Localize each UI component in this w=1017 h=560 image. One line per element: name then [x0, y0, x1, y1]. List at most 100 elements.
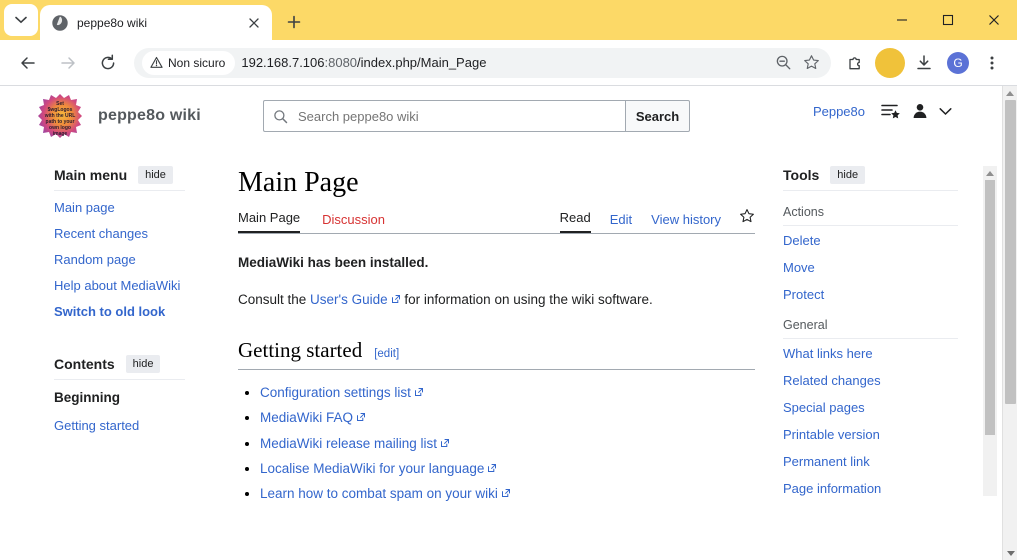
user-menu-chevron[interactable]: [939, 107, 952, 116]
sidebar-link[interactable]: Help about MediaWiki: [54, 278, 180, 293]
sidebar-item-main-page[interactable]: Main page: [54, 199, 207, 217]
tool-link[interactable]: Move: [783, 260, 815, 275]
sidebar-item-help-about-mediawiki[interactable]: Help about MediaWiki: [54, 277, 207, 295]
tab-view-history[interactable]: View history: [651, 212, 721, 233]
view-tabs: Read Edit View history: [541, 208, 755, 233]
watch-page-button[interactable]: [739, 208, 755, 233]
profile-button[interactable]: G: [943, 48, 973, 78]
tab-main-page[interactable]: Main Page: [238, 210, 301, 233]
tool-link[interactable]: What links here: [783, 346, 873, 361]
tab-edit[interactable]: Edit: [610, 212, 632, 233]
extensions-button[interactable]: [841, 48, 871, 78]
browser-tab[interactable]: peppe8o wiki: [40, 5, 272, 40]
sidebar-link[interactable]: Switch to old look: [54, 304, 165, 319]
toc-item-getting-started[interactable]: Getting started: [54, 417, 207, 435]
tool-item-protect[interactable]: Protect: [783, 286, 984, 304]
triangle-up-icon: [986, 170, 994, 176]
new-tab-button[interactable]: [280, 8, 308, 36]
tool-item-printable-version[interactable]: Printable version: [783, 426, 984, 444]
window-minimize-button[interactable]: [879, 0, 925, 40]
window-close-button[interactable]: [971, 0, 1017, 40]
chrome-menu-button[interactable]: [977, 48, 1007, 78]
triangle-down-icon: [1006, 551, 1015, 556]
back-button[interactable]: [13, 48, 43, 78]
main-menu-hide-button[interactable]: hide: [138, 166, 173, 184]
download-icon: [917, 54, 931, 69]
list-item[interactable]: Configuration settings list: [260, 384, 755, 402]
list-item[interactable]: Localise MediaWiki for your language: [260, 460, 755, 478]
list-link[interactable]: Localise MediaWiki for your language: [260, 461, 497, 476]
list-item[interactable]: MediaWiki release mailing list: [260, 435, 755, 453]
search-input-wrapper[interactable]: [263, 100, 625, 132]
search-input[interactable]: [296, 107, 596, 125]
tool-link[interactable]: Page information: [783, 481, 881, 496]
sidebar-link[interactable]: Recent changes: [54, 226, 148, 241]
tool-link[interactable]: Special pages: [783, 400, 865, 415]
list-link[interactable]: MediaWiki release mailing list: [260, 436, 450, 451]
security-status-chip[interactable]: Non sicuro: [142, 50, 236, 75]
zoom-indicator-button[interactable]: [769, 49, 797, 77]
browser-window: peppe8o wiki Non sicuro 192.168.7.106:80…: [0, 0, 1017, 560]
scrollbar-thumb[interactable]: [1005, 100, 1016, 404]
tool-link[interactable]: Related changes: [783, 373, 881, 388]
divider: [783, 225, 958, 226]
tool-link[interactable]: Printable version: [783, 427, 880, 442]
tool-item-related-changes[interactable]: Related changes: [783, 372, 984, 390]
site-name[interactable]: peppe8o wiki: [98, 107, 201, 125]
tab-discussion[interactable]: Discussion: [322, 212, 385, 233]
users-guide-link[interactable]: User's Guide: [310, 292, 401, 307]
sidebar-link[interactable]: Random page: [54, 252, 136, 267]
list-item[interactable]: MediaWiki FAQ: [260, 409, 755, 427]
tool-link[interactable]: Delete: [783, 233, 821, 248]
scroll-up-button[interactable]: [1003, 86, 1017, 101]
sidebar-item-switch-to-old-look[interactable]: Switch to old look: [54, 303, 207, 321]
reload-button[interactable]: [93, 48, 123, 78]
tool-item-permanent-link[interactable]: Permanent link: [783, 453, 984, 471]
tab-close-button[interactable]: [244, 13, 264, 33]
watchlist-button[interactable]: [881, 103, 901, 119]
consult-paragraph: Consult the User's Guide for information…: [238, 289, 755, 311]
list-link[interactable]: Configuration settings list: [260, 385, 424, 400]
arrow-right-icon: [61, 56, 75, 69]
page-scrollbar[interactable]: [1002, 86, 1017, 560]
plus-icon: [287, 15, 301, 29]
tool-item-move[interactable]: Move: [783, 259, 984, 277]
list-item[interactable]: Learn how to combat spam on your wiki: [260, 485, 755, 503]
security-status-label: Non sicuro: [168, 55, 226, 70]
username-link[interactable]: Peppe8o: [813, 104, 865, 119]
tools-scrollbar-thumb[interactable]: [985, 180, 995, 435]
svg-text:image: image: [53, 131, 68, 137]
contents-hide-button[interactable]: hide: [125, 355, 161, 373]
tab-read[interactable]: Read: [559, 210, 591, 233]
toc-link[interactable]: Getting started: [54, 418, 139, 433]
url-text[interactable]: 192.168.7.106:8080/index.php/Main_Page: [241, 48, 769, 78]
divider: [54, 379, 185, 380]
user-area: Peppe8o: [813, 102, 962, 120]
tools-hide-button[interactable]: hide: [830, 166, 866, 184]
scroll-down-button[interactable]: [1003, 546, 1017, 560]
window-maximize-button[interactable]: [925, 0, 971, 40]
wiki-logo[interactable]: Set $wgLogos with the URL path to your o…: [36, 92, 84, 140]
tab-search-button[interactable]: [4, 4, 38, 36]
toc-item-beginning[interactable]: Beginning: [54, 390, 207, 405]
sidebar-item-recent-changes[interactable]: Recent changes: [54, 225, 207, 243]
forward-button[interactable]: [53, 48, 83, 78]
search-button[interactable]: Search: [625, 100, 690, 132]
list-link[interactable]: Learn how to combat spam on your wiki: [260, 486, 511, 501]
tool-link[interactable]: Permanent link: [783, 454, 870, 469]
bookmark-button[interactable]: [797, 49, 825, 77]
tool-item-special-pages[interactable]: Special pages: [783, 399, 984, 417]
list-link[interactable]: MediaWiki FAQ: [260, 410, 366, 425]
user-menu-button[interactable]: [911, 102, 929, 120]
tool-item-page-information[interactable]: Page information: [783, 480, 984, 498]
downloads-button[interactable]: [909, 48, 939, 78]
address-bar[interactable]: Non sicuro 192.168.7.106:8080/index.php/…: [134, 47, 831, 78]
tool-link[interactable]: Protect: [783, 287, 824, 302]
tools-scroll-up-button[interactable]: [983, 166, 997, 180]
tool-item-delete[interactable]: Delete: [783, 232, 984, 250]
tool-item-what-links-here[interactable]: What links here: [783, 345, 984, 363]
section-edit-link[interactable]: [edit]: [374, 348, 399, 360]
sidebar-item-random-page[interactable]: Random page: [54, 251, 207, 269]
sidebar-link[interactable]: Main page: [54, 200, 115, 215]
tools-scrollbar[interactable]: [983, 166, 997, 496]
